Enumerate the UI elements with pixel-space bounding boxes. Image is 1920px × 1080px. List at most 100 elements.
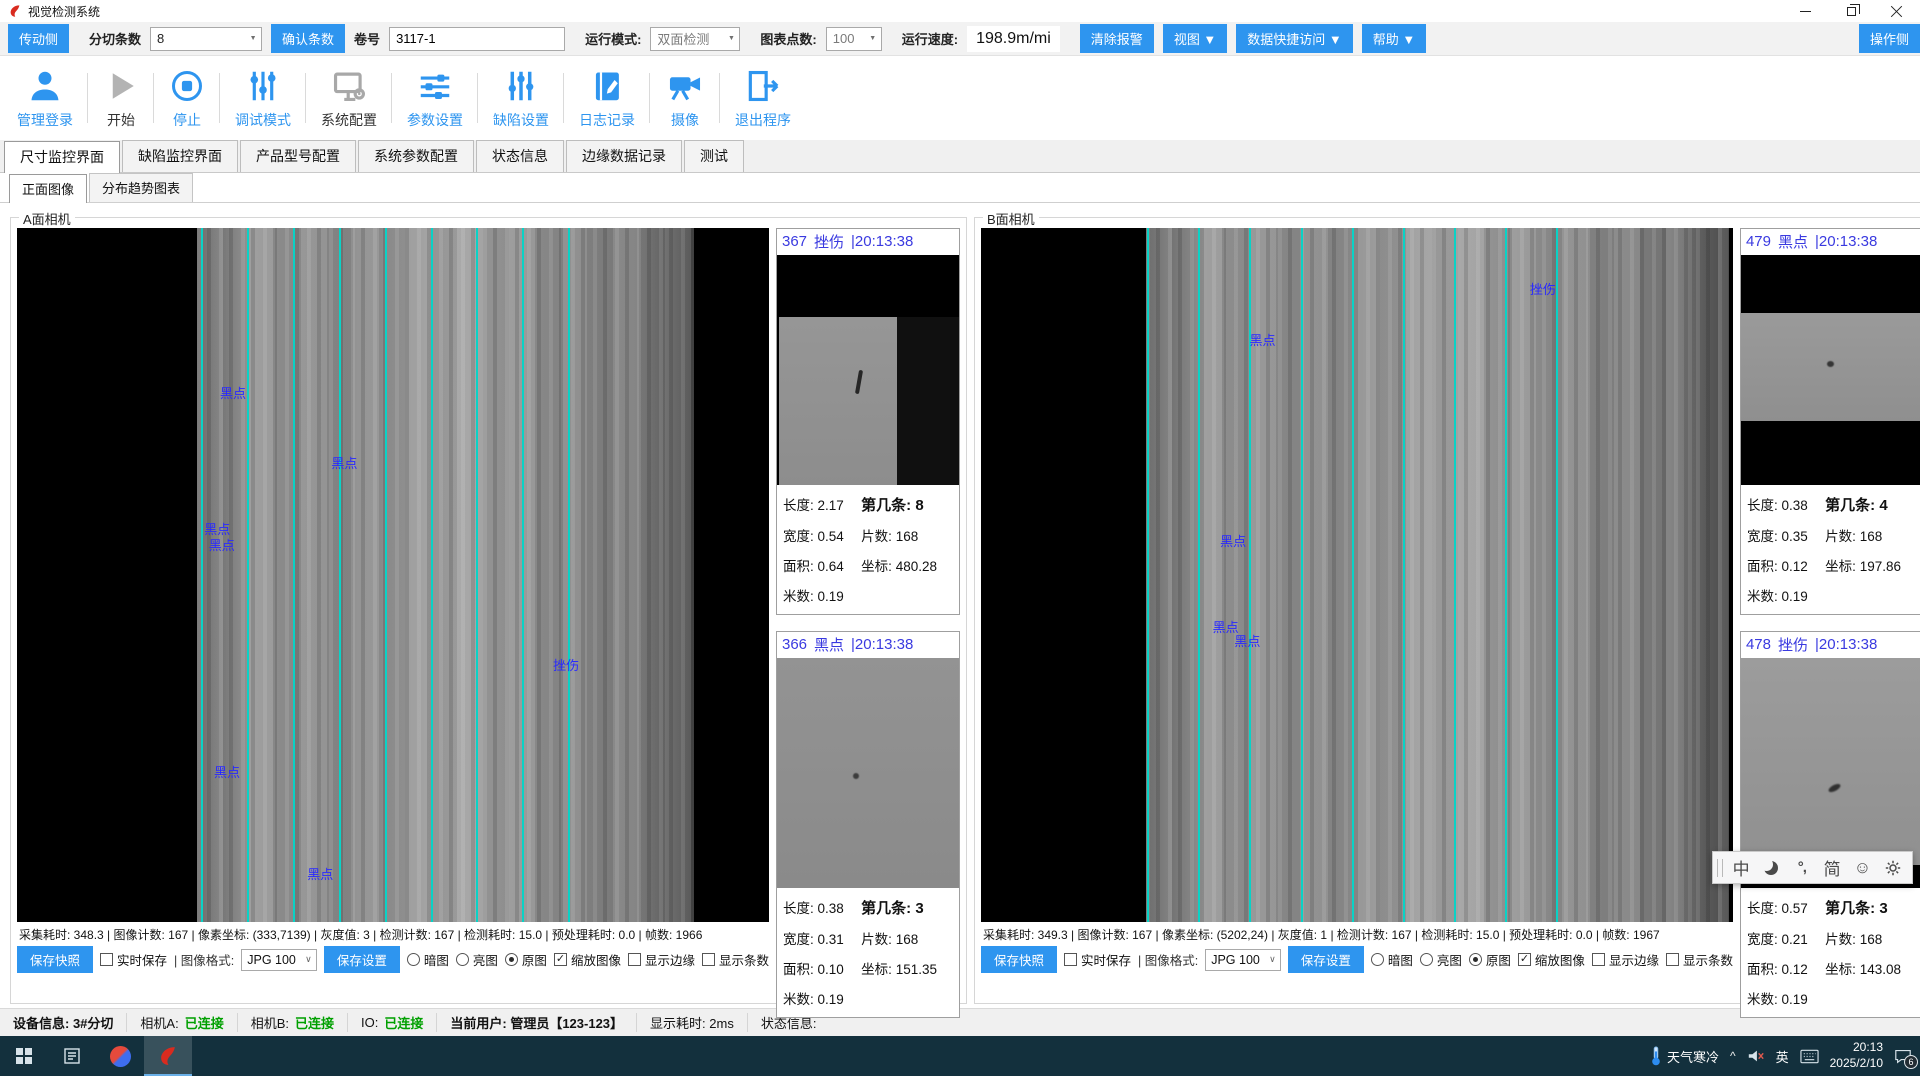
tab-system-param-config[interactable]: 系统参数配置 [358,140,474,172]
user-icon [26,65,64,107]
view-menu-button[interactable]: 视图 ▼ [1163,24,1227,53]
ime-simplified-mode[interactable]: 简 [1817,855,1847,880]
run-mode-label: 运行模式: [585,29,641,48]
chevron-down-icon: ▼ [723,28,739,50]
start-button[interactable] [0,1036,48,1076]
start-button[interactable]: 开始 [88,63,154,132]
run-mode-select[interactable]: 双面检测 ▼ [650,27,740,51]
save-settings-button[interactable]: 保存设置 [324,946,400,973]
defect-card: 478挫伤|20:13:38 长度: 0.57 第几条: 3 宽度: 0.21 … [1740,631,1920,1018]
system-tray: 天气寒冷 ^ 英 20:13 2025/2/10 6 [1649,1036,1920,1076]
taskbar-app-vision-system[interactable] [144,1036,192,1076]
clear-alarm-button[interactable]: 清除报警 [1080,24,1154,53]
volume-muted-icon[interactable] [1747,1048,1765,1064]
taskbar-app-browser[interactable] [96,1036,144,1076]
restore-button[interactable] [1828,0,1874,22]
admin-login-button[interactable]: 管理登录 [2,63,88,132]
parameter-settings-button[interactable]: 参数设置 [392,63,478,132]
show-edge-checkbox[interactable] [1592,953,1605,966]
realtime-save-checkbox[interactable] [1064,953,1077,966]
defect-header: 478挫伤|20:13:38 [1741,632,1920,658]
original-image-radio[interactable] [1469,953,1482,966]
stop-button[interactable]: 停止 [154,63,220,132]
tab-product-model-config[interactable]: 产品型号配置 [240,140,356,172]
operator-side-button[interactable]: 操作侧 [1859,24,1920,53]
show-strip-count-checkbox[interactable] [1666,953,1679,966]
ime-language-indicator[interactable]: 英 [1776,1047,1789,1066]
run-speed-label: 运行速度: [902,29,958,48]
defect-card: 367挫伤|20:13:38 长度: 2.17 第几条: 8 宽度: 0.54 … [776,228,960,615]
confirm-strips-button[interactable]: 确认条数 [271,24,345,53]
drive-side-button[interactable]: 传动侧 [8,24,69,53]
ime-emoji-button[interactable]: ☺ [1847,858,1877,878]
weather-widget[interactable]: 天气寒冷 [1649,1046,1719,1066]
zoom-image-checkbox[interactable]: ✓ [554,953,567,966]
camera-b-controls: 保存快照 实时保存 | 图像格式: JPG 100∨ 保存设置 暗图 亮图 原图… [981,944,1733,973]
tab-edge-data-record[interactable]: 边缘数据记录 [566,140,682,172]
chart-points-label: 图表点数: [760,29,816,48]
camera-record-button[interactable]: 摄像 [650,63,720,132]
film-strip [1146,228,1729,922]
device-info: 设备信息: 3#分切 [0,1013,127,1032]
image-format-select[interactable]: JPG 100∨ [241,949,317,971]
tab-test[interactable]: 测试 [684,140,744,172]
roll-number-input[interactable] [389,27,565,51]
ime-chinese-mode[interactable]: 中 [1726,855,1756,880]
ime-moon-fullhalf[interactable] [1756,861,1786,875]
taskbar-clock[interactable]: 20:13 2025/2/10 [1830,1040,1883,1071]
tab-status-info[interactable]: 状态信息 [476,140,564,172]
subtab-trend-chart[interactable]: 分布趋势图表 [89,173,193,202]
dark-image-radio[interactable] [407,953,420,966]
minimize-button[interactable] [1782,0,1828,22]
camera-b-status-line: 采集耗时: 349.3 | 图像计数: 167 | 像素坐标: (5202,24… [981,922,1733,944]
image-format-select[interactable]: JPG 100∨ [1205,949,1281,971]
system-config-button[interactable]: 系统配置 [306,63,392,132]
ime-drag-handle[interactable] [1717,859,1723,877]
debug-mode-button[interactable]: 调试模式 [220,63,306,132]
tab-size-monitor[interactable]: 尺寸监控界面 [4,141,120,173]
zoom-image-checkbox[interactable]: ✓ [1518,953,1531,966]
realtime-save-checkbox[interactable] [100,953,113,966]
show-edge-checkbox[interactable] [628,953,641,966]
panel-a-title: A面相机 [19,209,75,228]
log-record-button[interactable]: 日志记录 [564,63,650,132]
bright-image-radio[interactable] [1420,953,1433,966]
ime-settings-button[interactable] [1878,860,1908,876]
tray-expand-caret[interactable]: ^ [1730,1049,1736,1063]
windows-logo-icon [16,1048,32,1064]
chart-points-select[interactable]: 100 ▼ [826,27,882,51]
stop-icon [169,65,205,107]
roll-number-label: 卷号 [354,29,380,48]
camera-image-a: 黑点黑点黑点黑点挫伤黑点黑点 [17,228,769,922]
sub-tab-bar: 正面图像 分布趋势图表 [0,173,1920,203]
defect-label: 挫伤 [1530,279,1556,298]
restore-icon [1847,7,1856,16]
current-user: 当前用户: 管理员【123-123】 [437,1013,637,1032]
tab-defect-monitor[interactable]: 缺陷监控界面 [122,140,238,172]
show-strip-count-checkbox[interactable] [702,953,715,966]
strip-count-label: 分切条数 [89,29,141,48]
defect-label: 黑点 [307,864,333,883]
save-settings-button[interactable]: 保存设置 [1288,946,1364,973]
touch-keyboard-icon[interactable] [1800,1049,1819,1064]
task-view-button[interactable] [48,1036,96,1076]
defect-settings-button[interactable]: 缺陷设置 [478,63,564,132]
subtab-front-image[interactable]: 正面图像 [9,174,87,203]
dark-image-radio[interactable] [1371,953,1384,966]
original-image-radio[interactable] [505,953,518,966]
ime-punctuation-mode[interactable]: °, [1787,859,1817,876]
main-toolbar: 传动侧 分切条数 8 ▼ 确认条数 卷号 运行模式: 双面检测 ▼ 图表点数: … [0,22,1920,56]
close-button[interactable] [1874,0,1920,22]
exit-program-button[interactable]: 退出程序 [720,63,806,132]
help-menu-button[interactable]: 帮助 ▼ [1362,24,1426,53]
snapshot-button[interactable]: 保存快照 [981,946,1057,973]
defect-card: 479黑点|20:13:38 长度: 0.38 第几条: 4 宽度: 0.35 … [1740,228,1920,615]
action-center-button[interactable]: 6 [1894,1048,1912,1064]
task-view-icon [63,1047,81,1065]
strip-count-select[interactable]: 8 ▼ [150,27,262,51]
data-quick-access-menu-button[interactable]: 数据快捷访问 ▼ [1236,24,1352,53]
camera-panels-area: A面相机 黑点黑点黑点黑点挫伤黑点黑点 采集耗时: 348.3 | 图像计数: … [0,203,1920,1008]
bright-image-radio[interactable] [456,953,469,966]
snapshot-button[interactable]: 保存快照 [17,946,93,973]
image-format-label: | 图像格式: [174,950,234,969]
